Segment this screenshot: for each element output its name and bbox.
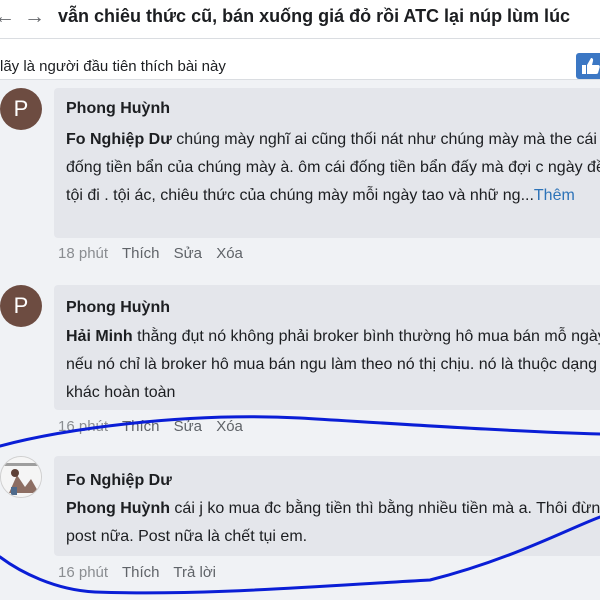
like-action[interactable]: Thích (122, 245, 160, 262)
delete-action[interactable]: Xóa (216, 245, 243, 262)
comment-author[interactable]: Fo Nghiệp Dư (66, 472, 172, 490)
reply-action[interactable]: Trả lời (173, 564, 216, 581)
comment-text: thằng đụt nó không phải broker bình thườ… (66, 328, 600, 401)
comment-body: Phong Huỳnh cái j ko mua đc bằng tiền th… (66, 495, 600, 551)
thread-title: vẫn chiêu thức cũ, bán xuống giá đỏ rồi … (58, 6, 571, 26)
comment-body: Fo Nghiệp Dư chúng mày nghĩ ai cũng thối… (66, 126, 600, 210)
likes-bar: lãy là người đầu tiên thích bài này (0, 39, 600, 80)
avatar[interactable]: P (0, 285, 42, 327)
profile-photo-icon (1, 457, 41, 497)
comment-time[interactable]: 16 phút (58, 418, 108, 435)
delete-action[interactable]: Xóa (216, 418, 243, 435)
avatar[interactable] (0, 456, 42, 498)
thumbs-up-icon (582, 58, 600, 74)
comment-bubble: Phong Huỳnh Hải Minh thằng đụt nó không … (54, 285, 600, 410)
comment-bubble: Fo Nghiệp Dư Phong Huỳnh cái j ko mua đc… (54, 456, 600, 556)
comment-meta: 18 phút Thích Sửa Xóa (58, 245, 253, 262)
arrow-right-icon[interactable]: → (24, 3, 45, 31)
likes-summary: lãy là người đầu tiên thích bài này (0, 58, 226, 75)
mention-link[interactable]: Hải Minh (66, 328, 133, 345)
like-action[interactable]: Thích (122, 564, 160, 581)
mention-link[interactable]: Phong Huỳnh (66, 500, 170, 517)
comment-time[interactable]: 16 phút (58, 564, 108, 581)
avatar[interactable]: P (0, 88, 42, 130)
thread-header: ← → vẫn chiêu thức cũ, bán xuống giá đỏ … (0, 0, 600, 39)
comment-time[interactable]: 18 phút (58, 245, 108, 262)
like-action[interactable]: Thích (122, 418, 160, 435)
edit-action[interactable]: Sửa (174, 245, 202, 262)
like-button[interactable] (576, 53, 600, 79)
arrow-left-icon[interactable]: ← (0, 3, 15, 31)
comment-meta: 16 phút Thích Sửa Xóa (58, 418, 253, 435)
comment-body: Hải Minh thằng đụt nó không phải broker … (66, 323, 600, 407)
mention-link[interactable]: Fo Nghiệp Dư (66, 131, 172, 148)
see-more-link[interactable]: Thêm (534, 187, 575, 204)
comment-bubble: Phong Huỳnh Fo Nghiệp Dư chúng mày nghĩ … (54, 88, 600, 238)
comment-author[interactable]: Phong Huỳnh (66, 100, 170, 118)
comment-meta: 16 phút Thích Trả lời (58, 564, 226, 581)
comment-author[interactable]: Phong Huỳnh (66, 299, 170, 317)
edit-action[interactable]: Sửa (174, 418, 202, 435)
